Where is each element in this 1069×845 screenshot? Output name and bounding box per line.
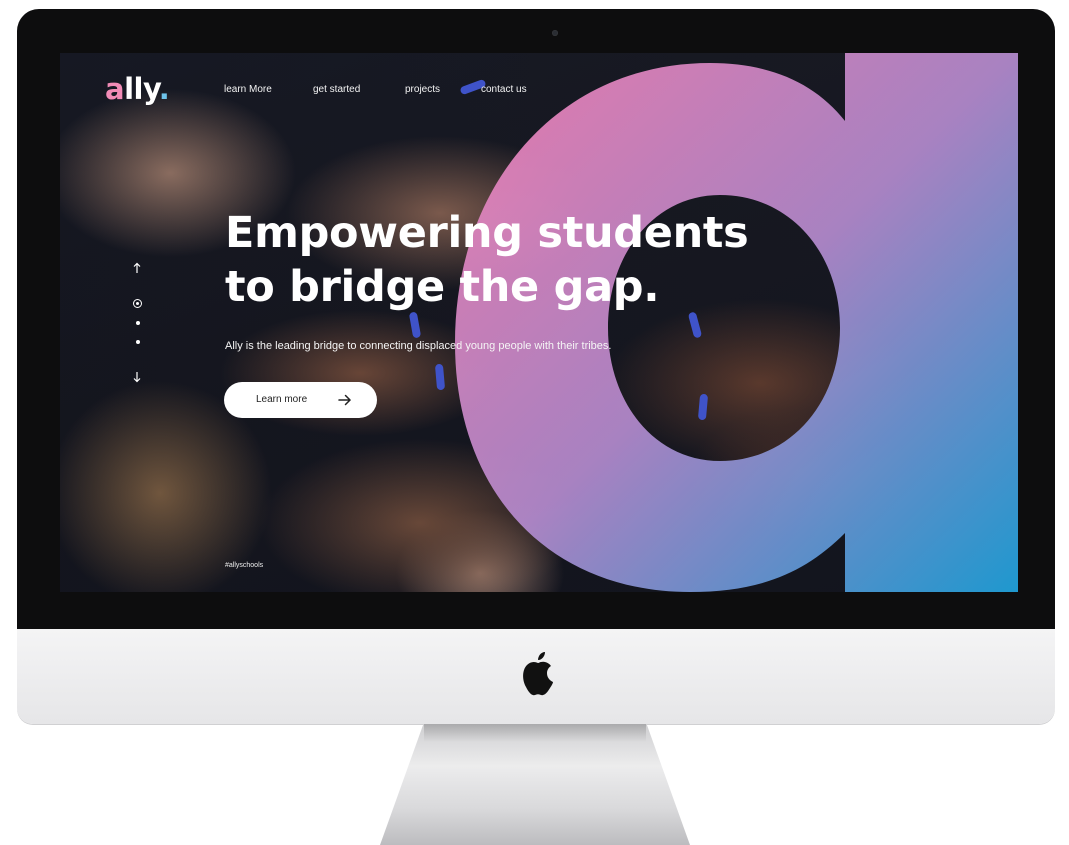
hero-title-line-2: to bridge the gap.: [225, 262, 660, 312]
learn-more-button[interactable]: Learn more: [224, 382, 377, 418]
arrow-up-icon[interactable]: [133, 262, 141, 274]
nav-learn-more-link[interactable]: learn More: [224, 84, 272, 95]
arrow-down-icon[interactable]: [133, 371, 141, 383]
slide-indicator-active[interactable]: [133, 299, 142, 308]
monitor-stand: [380, 724, 690, 845]
slide-indicator[interactable]: [136, 340, 140, 344]
hashtag-text: #allyschools: [225, 562, 264, 569]
nav-projects-link[interactable]: projects: [405, 84, 440, 95]
brand-letter-a-graphic: [455, 53, 1018, 592]
arrow-right-icon: [338, 394, 352, 406]
ally-logo[interactable]: ally.: [105, 72, 170, 106]
apple-logo-icon: [523, 652, 553, 696]
hero-title: Empowering students to bridge the gap.: [225, 206, 825, 314]
nav-contact-us-link[interactable]: contact us: [481, 84, 527, 95]
monitor-stand-shadow: [424, 724, 646, 742]
logo-letter-a: a: [105, 72, 125, 106]
logo-text: lly: [124, 72, 159, 106]
website-screen: ally. learn More get started projects co…: [60, 53, 1018, 592]
hero-title-line-1: Empowering students: [225, 208, 749, 258]
learn-more-button-label: Learn more: [256, 394, 308, 405]
camera-icon: [552, 30, 558, 36]
logo-dot: .: [158, 72, 170, 106]
nav-get-started-link[interactable]: get started: [313, 84, 360, 95]
hero-subtitle: Ally is the leading bridge to connecting…: [225, 340, 612, 352]
slide-indicator[interactable]: [136, 321, 140, 325]
